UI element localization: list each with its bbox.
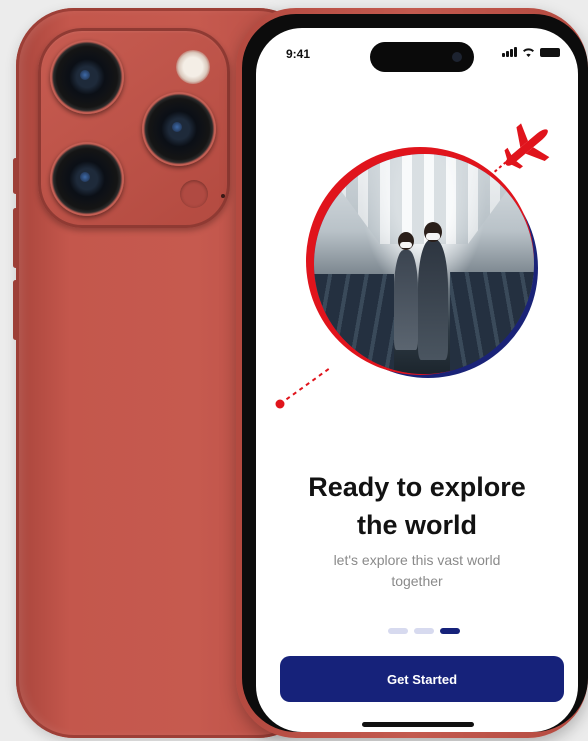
status-bar: 9:41 — [256, 28, 578, 72]
camera-lens — [142, 92, 216, 166]
camera-flash — [176, 50, 210, 84]
wifi-icon — [522, 47, 535, 57]
microphone-hole — [221, 194, 225, 198]
onboarding-subtitle: let's explore this vast world together — [316, 550, 518, 592]
subtitle-line: together — [391, 573, 443, 589]
hero-illustration — [256, 118, 578, 418]
phone-bezel: 9:41 Ready to explore the world let's ex… — [242, 14, 588, 732]
phone-volume-up-button — [13, 208, 18, 268]
status-icons — [502, 47, 560, 57]
page-indicator — [388, 628, 460, 634]
lidar-sensor — [180, 180, 208, 208]
page-dot-active[interactable] — [440, 628, 460, 634]
app-screen: 9:41 Ready to explore the world let's ex… — [256, 28, 578, 732]
camera-lens — [50, 142, 124, 216]
cabin-photo — [314, 154, 534, 374]
phone-side-button — [13, 158, 18, 194]
battery-icon — [540, 48, 560, 57]
title-line: the world — [357, 510, 477, 540]
title-line: Ready to explore — [308, 472, 526, 502]
home-indicator[interactable] — [362, 722, 474, 727]
phone-volume-down-button — [13, 280, 18, 340]
page-dot[interactable] — [388, 628, 408, 634]
onboarding-title: Ready to explore the world — [256, 468, 578, 544]
page-dot[interactable] — [414, 628, 434, 634]
signal-icon — [502, 47, 517, 57]
camera-lens — [50, 40, 124, 114]
subtitle-line: let's explore this vast world — [333, 552, 501, 568]
dynamic-island — [370, 42, 474, 72]
get-started-button[interactable]: Get Started — [280, 656, 564, 702]
camera-module — [38, 28, 230, 228]
status-time: 9:41 — [286, 47, 311, 61]
flight-start-dot — [275, 399, 285, 409]
phone-front-mockup: 9:41 Ready to explore the world let's ex… — [236, 8, 588, 738]
